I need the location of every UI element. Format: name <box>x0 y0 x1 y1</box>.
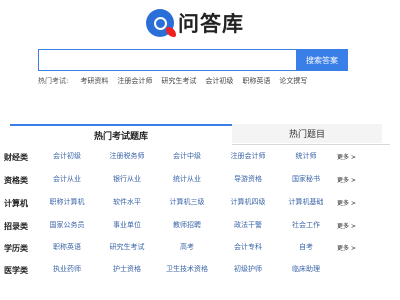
category-row: 招录类 国家公务员 事业单位 教师招聘 政法干警 社会工作 更多 > <box>0 216 400 236</box>
exam-link[interactable]: 职称计算机 <box>40 197 94 209</box>
hot-exam-link[interactable]: 论文撰写 <box>279 76 307 86</box>
exam-link[interactable]: 护士资格 <box>100 264 154 276</box>
exam-link[interactable]: 高考 <box>160 242 214 254</box>
exam-link[interactable]: 计算机三级 <box>160 197 214 209</box>
tab-hot-exam-banks[interactable]: 热门考试题库 <box>10 124 232 145</box>
exam-link[interactable]: 国家秘书 <box>279 174 333 186</box>
exam-link[interactable]: 会计从业 <box>40 174 94 186</box>
exam-link[interactable]: 软件水平 <box>100 197 154 209</box>
exam-link[interactable]: 职称英语 <box>40 242 94 254</box>
category-row: 财经类 会计初级 注册税务师 会计中级 注册会计师 统计师 更多 > <box>0 147 400 167</box>
search-input[interactable] <box>38 49 296 71</box>
exam-link[interactable]: 事业单位 <box>100 220 154 232</box>
category-label: 招录类 <box>4 222 28 231</box>
hot-exam-link[interactable]: 职称英语 <box>242 76 270 86</box>
exam-link[interactable]: 政法干警 <box>221 220 275 232</box>
exam-link[interactable]: 导游资格 <box>221 174 275 186</box>
more-link[interactable]: 更多 > <box>337 198 356 207</box>
exam-link[interactable]: 自考 <box>279 242 333 254</box>
exam-link[interactable]: 注册会计师 <box>221 151 275 163</box>
exam-link[interactable]: 国家公务员 <box>40 220 94 232</box>
logo[interactable]: 问答库 <box>146 7 244 39</box>
hot-exams: 热门考试: 考研资料 注册会计师 研究生考试 会计初级 职称英语 论文撰写 <box>38 75 316 87</box>
exam-link[interactable]: 银行从业 <box>100 174 154 186</box>
exam-link[interactable]: 卫生技术资格 <box>160 264 214 276</box>
hot-exam-link[interactable]: 研究生考试 <box>161 76 196 86</box>
category-label: 计算机 <box>4 199 28 208</box>
more-link[interactable]: 更多 > <box>337 221 356 230</box>
hot-exam-link[interactable]: 注册会计师 <box>117 76 152 86</box>
hot-exams-label: 热门考试: <box>38 77 69 85</box>
exam-link[interactable]: 会计专科 <box>221 242 275 254</box>
more-link[interactable]: 更多 > <box>337 175 356 184</box>
exam-link[interactable]: 初级护师 <box>221 264 275 276</box>
exam-link[interactable]: 统计师 <box>279 151 333 163</box>
tab-bar: 热门考试题库 热门题目 <box>10 124 390 145</box>
tab-hot-questions[interactable]: 热门题目 <box>232 124 382 143</box>
more-link[interactable]: 更多 > <box>337 152 356 161</box>
hot-exam-link[interactable]: 会计初级 <box>205 76 233 86</box>
search-bar: 搜索答案 <box>38 49 348 71</box>
category-label: 医学类 <box>4 266 28 275</box>
category-label: 学历类 <box>4 244 28 253</box>
exam-link[interactable]: 执业药师 <box>40 264 94 276</box>
exam-link[interactable]: 注册税务师 <box>100 151 154 163</box>
exam-link[interactable]: 社会工作 <box>279 220 333 232</box>
search-button[interactable]: 搜索答案 <box>296 49 348 71</box>
exam-link[interactable]: 统计从业 <box>160 174 214 186</box>
logo-text: 问答库 <box>178 12 244 36</box>
category-row: 学历类 职称英语 研究生考试 高考 会计专科 自考 更多 > <box>0 238 400 258</box>
category-label: 财经类 <box>4 153 28 162</box>
category-row: 医学类 执业药师 护士资格 卫生技术资格 初级护师 临床助理 <box>0 260 400 280</box>
exam-link[interactable]: 会计中级 <box>160 151 214 163</box>
category-row: 计算机 职称计算机 软件水平 计算机三级 计算机四级 计算机基础 更多 > <box>0 193 400 213</box>
exam-link[interactable]: 计算机四级 <box>221 197 275 209</box>
exam-link[interactable]: 教师招聘 <box>160 220 214 232</box>
logo-icon <box>146 9 176 37</box>
exam-link[interactable]: 研究生考试 <box>100 242 154 254</box>
hot-exam-link[interactable]: 考研资料 <box>80 76 108 86</box>
more-link[interactable]: 更多 > <box>337 243 356 252</box>
exam-link[interactable]: 会计初级 <box>40 151 94 163</box>
category-row: 资格类 会计从业 银行从业 统计从业 导游资格 国家秘书 更多 > <box>0 170 400 190</box>
exam-link[interactable]: 计算机基础 <box>279 197 333 209</box>
category-label: 资格类 <box>4 176 28 185</box>
exam-link[interactable]: 临床助理 <box>279 264 333 276</box>
